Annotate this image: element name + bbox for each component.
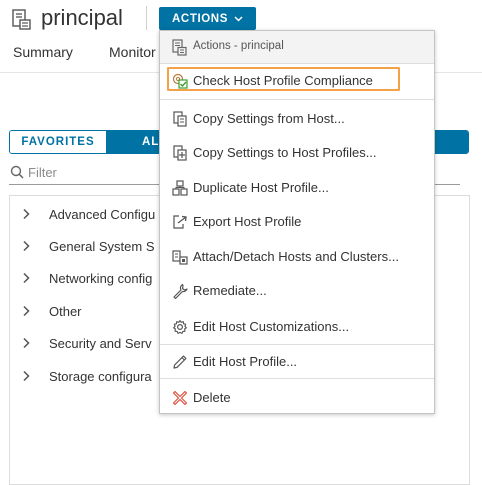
menu-item-label: Edit Host Customizations... — [193, 319, 350, 334]
menu-item-label: Remediate... — [193, 283, 267, 298]
menu-item-label: Edit Host Profile... — [193, 354, 298, 369]
chevron-right-icon[interactable] — [21, 305, 31, 317]
tab-summary[interactable]: Summary — [13, 44, 73, 60]
chevron-right-icon[interactable] — [21, 337, 31, 349]
wrench-icon — [173, 283, 188, 299]
copy-to-profiles-icon — [173, 145, 187, 161]
menu-item-export[interactable]: Export Host Profile — [160, 209, 434, 235]
page-title: principal — [41, 5, 123, 30]
menu-item-delete[interactable]: Delete — [160, 385, 434, 411]
search-icon — [10, 165, 24, 179]
delete-x-icon — [172, 390, 188, 406]
chevron-right-icon[interactable] — [21, 208, 31, 220]
menu-item-label: Attach/Detach Hosts and Clusters... — [193, 249, 399, 264]
actions-dropdown-menu: Actions - principal Check Host Profile C… — [159, 30, 435, 414]
menu-item-label: Delete — [193, 390, 231, 405]
menu-item-label: Export Host Profile — [193, 214, 302, 229]
menu-item-attach-detach[interactable]: Attach/Detach Hosts and Clusters... — [160, 244, 434, 270]
tree-item-label: Security and Serv — [49, 335, 152, 351]
menu-item-check-compliance[interactable]: Check Host Profile Compliance — [160, 67, 434, 94]
title-divider — [146, 6, 147, 30]
copy-from-host-icon — [173, 111, 187, 127]
chevron-down-icon — [234, 15, 243, 22]
menu-item-copy-from-host[interactable]: Copy Settings from Host... — [160, 106, 434, 132]
tree-item-label: General System S — [49, 238, 155, 254]
chevron-right-icon[interactable] — [21, 240, 31, 252]
tree-item-label: Storage configura — [49, 368, 152, 384]
duplicate-profile-icon — [172, 180, 188, 196]
export-profile-icon — [173, 215, 187, 229]
menu-separator — [160, 378, 434, 379]
chevron-right-icon[interactable] — [21, 370, 31, 382]
menu-item-label: Duplicate Host Profile... — [193, 180, 329, 195]
tab-monitor[interactable]: Monitor — [109, 44, 156, 60]
tree-item-label: Other — [49, 303, 82, 319]
actions-button-label: ACTIONS — [172, 12, 228, 25]
actions-button[interactable]: ACTIONS — [159, 7, 256, 30]
tree-item-label: Networking config — [49, 270, 153, 286]
host-profile-icon — [12, 9, 31, 30]
menu-header-title: Actions - principal — [193, 40, 284, 52]
gear-icon — [173, 319, 187, 334]
menu-separator — [160, 99, 434, 100]
favorites-toggle-button[interactable]: FAVORITES — [10, 131, 106, 153]
menu-item-label: Copy Settings from Host... — [193, 111, 345, 126]
chevron-right-icon[interactable] — [21, 272, 31, 284]
menu-separator — [160, 344, 434, 345]
menu-item-copy-to-profiles[interactable]: Copy Settings to Host Profiles... — [160, 140, 434, 166]
check-compliance-icon — [172, 73, 188, 89]
menu-item-label: Check Host Profile Compliance — [193, 73, 373, 88]
menu-header: Actions - principal — [160, 31, 434, 64]
menu-item-edit-profile[interactable]: Edit Host Profile... — [160, 349, 434, 375]
host-profile-icon — [172, 39, 187, 56]
menu-item-remediate[interactable]: Remediate... — [160, 278, 434, 304]
menu-item-label: Copy Settings to Host Profiles... — [193, 145, 377, 160]
pencil-icon — [173, 355, 187, 369]
tree-item-label: Advanced Configu — [49, 206, 156, 222]
menu-item-duplicate[interactable]: Duplicate Host Profile... — [160, 175, 434, 201]
attach-detach-icon — [172, 250, 188, 265]
menu-item-edit-customizations[interactable]: Edit Host Customizations... — [160, 314, 434, 340]
